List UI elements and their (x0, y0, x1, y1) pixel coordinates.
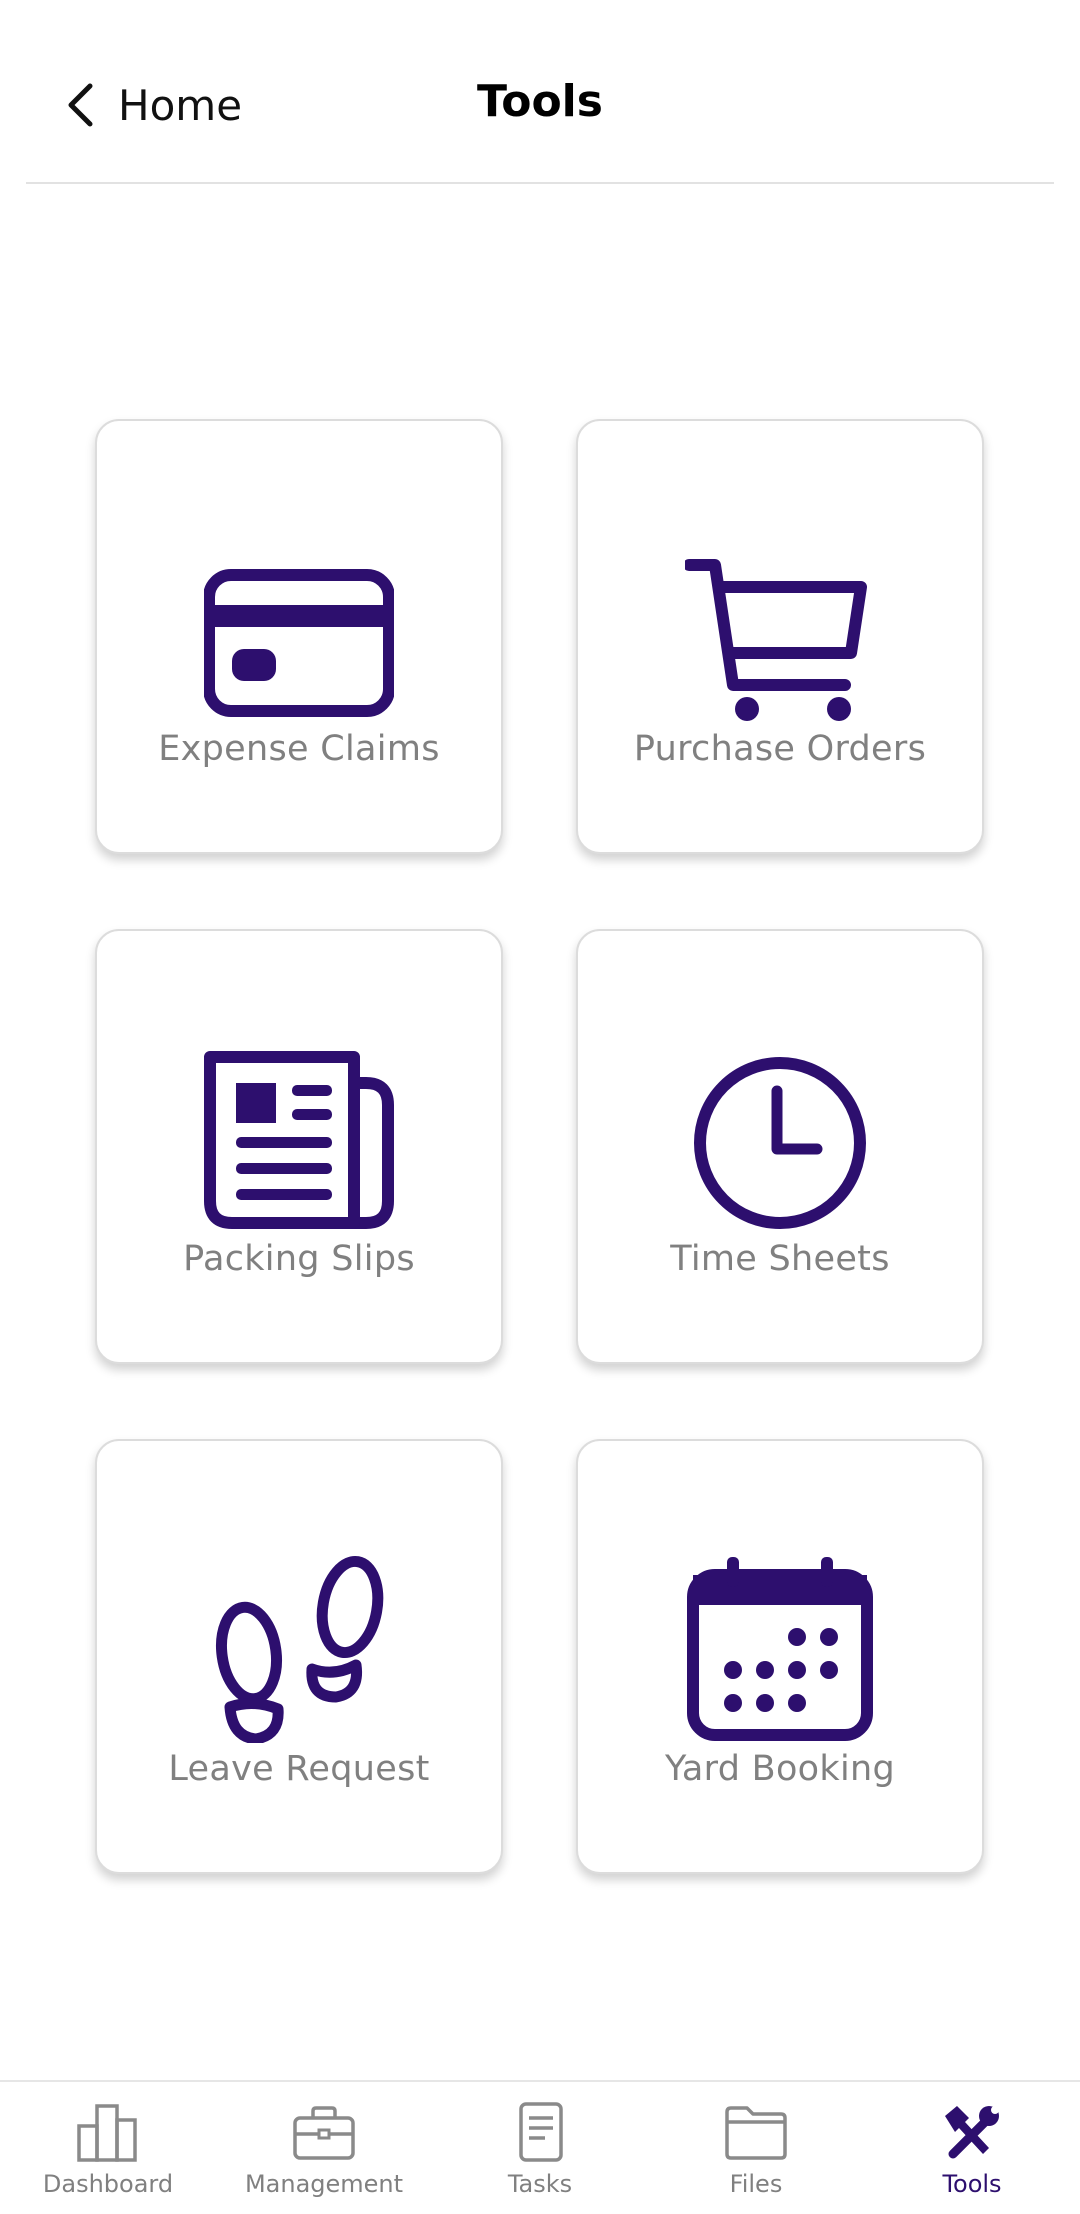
shopping-cart-icon (685, 533, 875, 723)
briefcase-icon (291, 2102, 357, 2164)
bottom-nav: Dashboard Management Tasks Files Tools (0, 2080, 1080, 2214)
tool-label: Purchase Orders (633, 729, 927, 769)
nav-label: Tools (942, 2170, 1002, 2198)
nav-item-files[interactable]: Files (648, 2082, 864, 2214)
tools-icon (939, 2102, 1005, 2164)
tool-tile-expense-claims[interactable]: Expense Claims (95, 419, 503, 854)
calendar-icon (685, 1553, 875, 1743)
newspaper-icon (204, 1043, 394, 1233)
header-divider (26, 182, 1054, 184)
header: Home Tools (0, 0, 1080, 184)
tool-label: Time Sheets (670, 1239, 890, 1279)
tool-label: Yard Booking (665, 1749, 895, 1789)
tool-label: Packing Slips (183, 1239, 415, 1279)
nav-label: Management (244, 2170, 404, 2198)
tool-tile-leave-request[interactable]: Leave Request (95, 1439, 503, 1874)
tool-tile-purchase-orders[interactable]: Purchase Orders (576, 419, 984, 854)
nav-label: Files (729, 2170, 783, 2198)
tool-tile-yard-booking[interactable]: Yard Booking (576, 1439, 984, 1874)
nav-item-tools[interactable]: Tools (864, 2082, 1080, 2214)
tool-label: Leave Request (168, 1749, 430, 1789)
page-title: Tools (477, 76, 603, 127)
folder-icon (723, 2102, 789, 2164)
document-icon (507, 2102, 573, 2164)
nav-item-dashboard[interactable]: Dashboard (0, 2082, 216, 2214)
tool-label: Expense Claims (158, 729, 440, 769)
tools-grid: Expense Claims Purchase Orders Packing S… (95, 419, 985, 1874)
nav-label: Dashboard (42, 2170, 174, 2198)
clock-icon (685, 1043, 875, 1233)
footprints-icon (204, 1553, 394, 1743)
credit-card-icon (204, 533, 394, 723)
tool-tile-time-sheets[interactable]: Time Sheets (576, 929, 984, 1364)
nav-label: Tasks (507, 2170, 573, 2198)
nav-item-tasks[interactable]: Tasks (432, 2082, 648, 2214)
nav-item-management[interactable]: Management (216, 2082, 432, 2214)
tool-tile-packing-slips[interactable]: Packing Slips (95, 929, 503, 1364)
bar-chart-icon (75, 2102, 141, 2164)
